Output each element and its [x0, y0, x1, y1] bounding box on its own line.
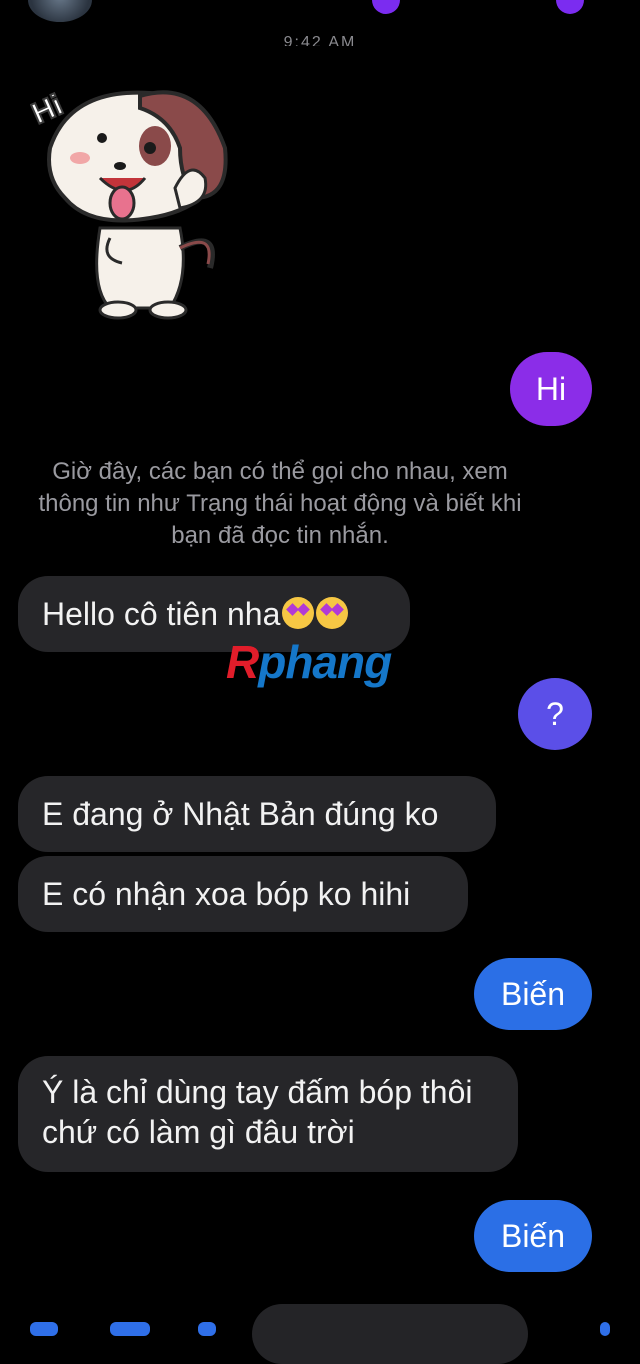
- message-bubble-outgoing[interactable]: ?: [518, 678, 592, 750]
- star-struck-emoji-icon: [316, 597, 349, 629]
- message-text: E có nhận xoa bóp ko hihi: [42, 876, 411, 912]
- image-icon[interactable]: [110, 1322, 150, 1336]
- camera-icon[interactable]: [30, 1322, 58, 1336]
- system-notice: Giờ đây, các bạn có thể gọi cho nhau, xe…: [38, 458, 522, 549]
- message-bubble-incoming[interactable]: Ý là chỉ dùng tay đấm bóp thôi chứ có là…: [18, 1056, 518, 1172]
- mic-icon[interactable]: [198, 1322, 216, 1336]
- message-bubble-outgoing[interactable]: Biến: [474, 958, 592, 1030]
- like-icon[interactable]: [600, 1322, 610, 1336]
- message-text: Hello cô tiên nha: [42, 596, 281, 632]
- message-bubble-incoming[interactable]: E có nhận xoa bóp ko hihi: [18, 856, 468, 932]
- call-icon[interactable]: [372, 0, 400, 14]
- star-struck-emoji-icon: [282, 597, 315, 629]
- watermark-logo: Rphang: [226, 636, 392, 688]
- message-text: Biến: [500, 976, 566, 1012]
- message-text: E đang ở Nhật Bản đúng ko: [42, 796, 439, 832]
- message-bubble-incoming[interactable]: E đang ở Nhật Bản đúng ko: [18, 776, 496, 852]
- message-text: Biến: [500, 1218, 566, 1254]
- video-call-icon[interactable]: [556, 0, 584, 14]
- message-input[interactable]: [252, 1304, 528, 1364]
- message-bubble-outgoing[interactable]: Biến: [474, 1200, 592, 1272]
- message-text: ?: [546, 696, 564, 732]
- message-bubble-outgoing[interactable]: Hi: [510, 352, 592, 426]
- message-text: Hi: [535, 371, 567, 407]
- message-text: Ý là chỉ dùng tay đấm bóp thôi chứ có là…: [42, 1074, 473, 1150]
- dog-sticker[interactable]: Hi: [30, 78, 240, 328]
- message-timestamp: 9:42 AM: [283, 34, 357, 46]
- contact-avatar[interactable]: [28, 0, 92, 22]
